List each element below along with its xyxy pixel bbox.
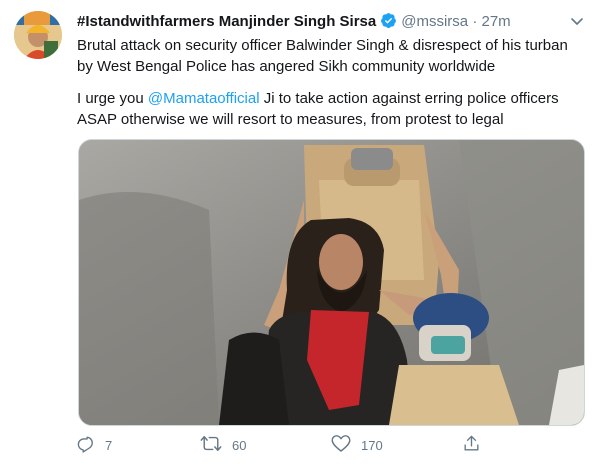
mention-link[interactable]: @Mamataofficial xyxy=(148,90,260,107)
tweet-card[interactable]: #Istandwithfarmers Manjinder Singh Sirsa… xyxy=(0,0,601,468)
share-action[interactable] xyxy=(462,432,491,458)
share-icon[interactable] xyxy=(462,434,491,456)
avatar[interactable] xyxy=(14,11,62,59)
tweet-paragraph-2: I urge you @Mamataofficial Ji to take ac… xyxy=(77,88,582,130)
verified-badge-icon xyxy=(380,12,397,33)
like-action[interactable]: 170 xyxy=(331,432,383,458)
separator-dot: · xyxy=(472,13,478,30)
display-name[interactable]: #Istandwithfarmers Manjinder Singh Sirsa xyxy=(77,13,376,30)
user-handle[interactable]: @mssirsa xyxy=(401,13,468,30)
tweet-text: Brutal attack on security officer Balwin… xyxy=(77,35,582,130)
retweet-count: 60 xyxy=(232,437,247,453)
like-count: 170 xyxy=(361,437,383,453)
heart-icon[interactable] xyxy=(331,434,361,456)
timestamp[interactable]: 27m xyxy=(482,13,511,30)
retweet-action[interactable]: 60 xyxy=(200,432,246,458)
reply-action[interactable]: 7 xyxy=(76,432,112,458)
paragraph-2-prefix: I urge you xyxy=(77,90,148,107)
chevron-down-icon[interactable] xyxy=(569,13,585,34)
photo-image xyxy=(79,140,584,425)
avatar-image xyxy=(14,11,62,59)
retweet-icon[interactable] xyxy=(200,434,232,456)
tweet-paragraph-1: Brutal attack on security officer Balwin… xyxy=(77,37,568,75)
tweet-photo[interactable] xyxy=(78,139,585,426)
tweet-header: #Istandwithfarmers Manjinder Singh Sirsa… xyxy=(77,12,561,34)
tweet-actions: 7 60 170 xyxy=(76,432,586,458)
reply-count: 7 xyxy=(105,437,113,453)
reply-icon[interactable] xyxy=(76,434,105,456)
